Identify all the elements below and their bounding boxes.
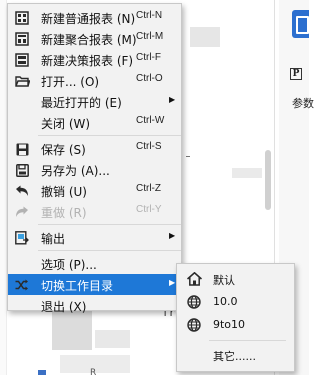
menu-item-label: 新建聚合报表 (M) (41, 33, 137, 47)
save-as-icon (14, 162, 30, 178)
parameter-badge-icon: P (290, 68, 302, 80)
menu-item-label: 新建普通报表 (N) (41, 12, 136, 26)
menu-item-undo[interactable]: 撤销 (U) Ctrl-Z (8, 180, 181, 201)
submenu-item-label: 其它...... (213, 350, 256, 363)
submenu-separator (209, 340, 286, 341)
menu-item-new-decision-report[interactable]: 新建决策报表 (F) Ctrl-F (8, 49, 181, 70)
menu-item-label: 打开... (O) (41, 75, 100, 89)
export-icon (14, 230, 30, 246)
menu-item-export[interactable]: 输出 ▶ (8, 227, 181, 248)
submenu-item-9to10[interactable]: 9to10 (177, 314, 294, 337)
redo-icon (14, 204, 30, 220)
blurred-content (95, 330, 130, 348)
submenu-item-label: 9to10 (213, 318, 246, 331)
submenu-arrow-icon: ▶ (169, 95, 176, 104)
menu-item-save-as[interactable]: 另存为 (A)... (8, 159, 181, 180)
left-edge-strip (0, 0, 7, 375)
bottom-status-fragment: R (38, 368, 108, 375)
menu-item-shortcut: Ctrl-M (136, 31, 164, 42)
submenu-arrow-icon: ▶ (169, 278, 176, 287)
file-menu: 新建普通报表 (N) Ctrl-N 新建聚合报表 (M) Ctrl-M 新建决策… (7, 3, 182, 314)
submenu-item-default[interactable]: 默认 (177, 268, 294, 291)
open-folder-icon (14, 73, 30, 89)
new-normal-report-icon (14, 10, 30, 26)
globe-icon (186, 317, 202, 333)
right-panel-tab-icon[interactable] (292, 10, 309, 38)
menu-item-label: 新建决策报表 (F) (41, 54, 134, 68)
menu-separator (38, 135, 181, 136)
submenu-item-other[interactable]: 其它...... (177, 344, 294, 367)
menu-item-shortcut: Ctrl-Z (136, 183, 161, 194)
menu-item-exit[interactable]: 退出 (X) (8, 295, 181, 316)
work-directory-submenu: 默认 10.0 9to10 其它...... (176, 263, 295, 372)
menu-separator (38, 250, 181, 251)
menu-item-label: 退出 (X) (41, 300, 87, 314)
menu-item-save[interactable]: 保存 (S) Ctrl-S (8, 138, 181, 159)
menu-item-shortcut: Ctrl-S (136, 141, 162, 152)
menu-separator (38, 224, 181, 225)
submenu-item-label: 默认 (213, 274, 235, 287)
menu-item-label: 切换工作目录 (41, 279, 114, 293)
menu-item-redo: 重做 (R) Ctrl-Y (8, 201, 181, 222)
menu-item-shortcut: Ctrl-W (136, 115, 165, 126)
parameter-label[interactable]: 参数 (292, 95, 314, 111)
new-aggregate-report-icon (14, 31, 30, 47)
menu-item-label: 输出 (41, 232, 66, 246)
menu-item-label: 撤销 (U) (41, 185, 87, 199)
vertical-scrollbar-thumb[interactable] (265, 150, 271, 210)
menu-item-shortcut: Ctrl-Y (136, 204, 162, 215)
submenu-arrow-icon: ▶ (169, 231, 176, 240)
status-square-icon (38, 370, 46, 375)
menu-item-label: 关闭 (W) (41, 117, 91, 131)
menu-item-shortcut: Ctrl-N (136, 10, 163, 21)
submenu-item-10-0[interactable]: 10.0 (177, 291, 294, 314)
new-decision-report-icon (14, 52, 30, 68)
menu-item-recent-files[interactable]: 最近打开的 (E) ▶ (8, 91, 181, 112)
menu-item-shortcut: Ctrl-O (136, 73, 163, 84)
menu-item-switch-work-directory[interactable]: 切换工作目录 ▶ (8, 274, 181, 295)
globe-icon (186, 294, 202, 310)
status-fragment-text: R (90, 368, 97, 375)
menu-item-label: 重做 (R) (41, 206, 87, 220)
menu-item-close[interactable]: 关闭 (W) Ctrl-W (8, 112, 181, 133)
menu-item-options[interactable]: 选项 (P)... (8, 253, 181, 274)
shuffle-icon (14, 277, 30, 293)
menu-item-new-aggregate-report[interactable]: 新建聚合报表 (M) Ctrl-M (8, 28, 181, 49)
home-icon (186, 271, 202, 287)
blurred-content (52, 310, 92, 350)
menu-item-label: 保存 (S) (41, 143, 86, 157)
tick-mark (186, 156, 190, 157)
undo-icon (14, 183, 30, 199)
menu-item-new-normal-report[interactable]: 新建普通报表 (N) Ctrl-N (8, 7, 181, 28)
menu-item-label: 最近打开的 (E) (41, 96, 122, 110)
blurred-content (190, 27, 220, 47)
menu-item-label: 选项 (P)... (41, 258, 97, 272)
menu-item-shortcut: Ctrl-F (136, 52, 161, 63)
menu-item-label: 另存为 (A)... (41, 164, 110, 178)
save-icon (14, 141, 30, 157)
menu-item-open[interactable]: 打开... (O) Ctrl-O (8, 70, 181, 91)
submenu-item-label: 10.0 (213, 295, 238, 308)
blurred-content (232, 168, 262, 178)
